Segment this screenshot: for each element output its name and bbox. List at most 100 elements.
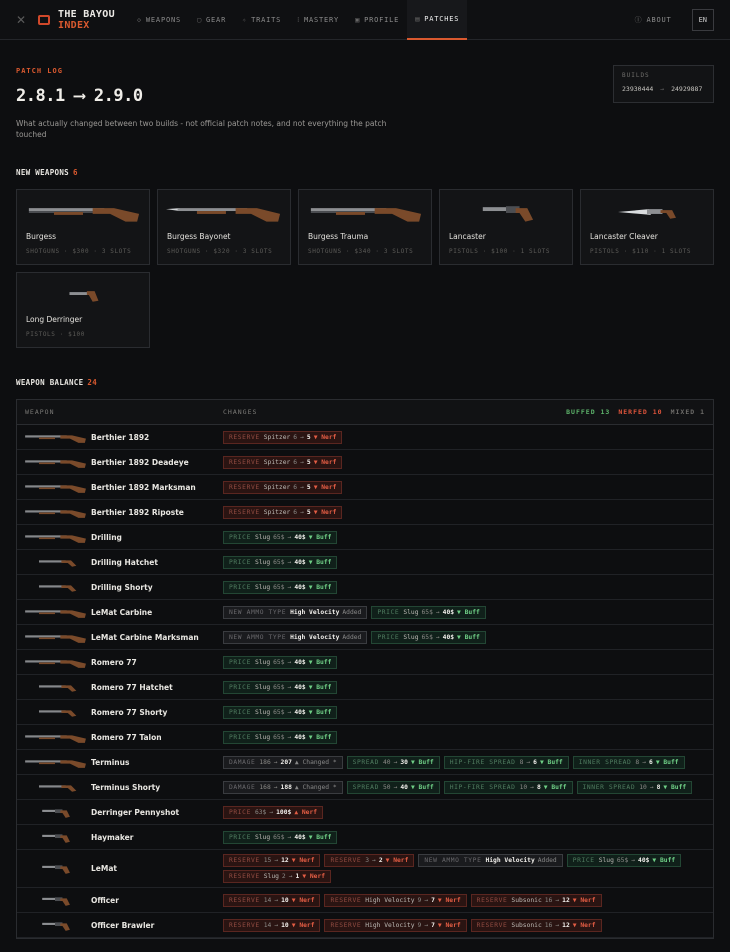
table-row[interactable]: Terminus DAMAGE 186 → 207 ▲ Changed * SPR… [17, 750, 713, 775]
change-tag-nerf: PRICE 63$ → 100$ ▲ Nerf [223, 805, 324, 819]
change-tag-nerf: RESERVE High Velocity 9 → 7 ▼ Nerf [324, 893, 467, 907]
change-tag-mix: DAMAGE 186 → 207 ▲ Changed * [223, 755, 343, 769]
table-row[interactable]: Berthier 1892 Riposte RESERVE Spitzer 6 →… [17, 500, 713, 525]
weapon-card-meta: SHOTGUNS · $340 · 3 SLOTS [308, 248, 414, 255]
weapon-card-burgess-bayonet[interactable]: Burgess Bayonet SHOTGUNS · $320 · 3 SLOT… [157, 189, 291, 265]
nav-profile[interactable]: ▣ PROFILE [347, 0, 407, 40]
arrow-icon: → [287, 833, 292, 841]
weapon-cell: Officer Brawler [17, 918, 223, 932]
weapon-name: Romero 77 [91, 657, 137, 667]
sparkle-icon: ✧ [242, 15, 248, 24]
nav-about[interactable]: ⓘ ABOUT [627, 15, 680, 25]
weapon-name: Terminus Shorty [91, 782, 161, 792]
nav-weapons[interactable]: ◇ WEAPONS [129, 0, 189, 40]
nav-gear[interactable]: ▢ GEAR [189, 0, 234, 40]
weapon-image [589, 196, 705, 228]
change-tag-buff: INNER SPREAD 10 → 8 ▼ Buff [576, 780, 693, 794]
profile-icon: ▣ [355, 15, 361, 24]
table-row[interactable]: Berthier 1892 Marksman RESERVE Spitzer 6… [17, 475, 713, 500]
arrow-icon: → [274, 896, 279, 904]
weapon-card-lancaster[interactable]: Lancaster PISTOLS · $100 · 1 SLOTS [439, 189, 573, 265]
language-switcher[interactable]: EN [691, 8, 714, 31]
changes-cell: PRICE Slug 65$ → 40$ ▼ Buff [223, 652, 713, 673]
table-row[interactable]: Terminus Shorty DAMAGE 168 → 188 ▲ Change… [17, 775, 713, 800]
top-navigation-bar: ✕ THE BAYOU INDEX ◇ WEAPONS ▢ GEAR ✧ TRAITS ⁞ M… [0, 0, 730, 40]
main-nav: ◇ WEAPONS ▢ GEAR ✧ TRAITS ⁞ MASTERY ▣ PROFILE ▤ PAT… [129, 0, 468, 40]
weapon-card-name: Lancaster [449, 232, 486, 241]
arrow-icon: → [274, 921, 279, 929]
weapon-cell: Terminus [17, 755, 223, 769]
table-row[interactable]: LeMat Carbine NEW AMMO TYPE High Velocit… [17, 600, 713, 625]
weapon-card-burgess[interactable]: Burgess SHOTGUNS · $300 · 3 SLOTS [16, 189, 150, 265]
arrow-icon: → [649, 783, 654, 791]
table-row[interactable]: Romero 77 Talon PRICE Slug 65$ → 40$ ▼ Bu… [17, 725, 713, 750]
changes-cell: RESERVE Spitzer 6 → 5 ▼ Nerf [223, 477, 713, 498]
weapon-cell: Romero 77 Shorty [17, 705, 223, 719]
table-row[interactable]: LeMat Carbine Marksman NEW AMMO TYPE Hig… [17, 625, 713, 650]
weapon-cell: Drilling Hatchet [17, 555, 223, 569]
changes-cell: PRICE Slug 65$ → 40$ ▼ Buff [223, 527, 713, 548]
document-icon: ▤ [415, 14, 421, 23]
weapon-card-name: Long Derringer [26, 315, 83, 324]
change-tag-buff: PRICE Slug 65$ → 40$ ▼ Buff [223, 580, 338, 594]
table-row[interactable]: Derringer Pennyshot PRICE 63$ → 100$ ▲ Ne… [17, 800, 713, 825]
weapon-cell: Derringer Pennyshot [17, 805, 223, 819]
change-tag-buff: SPREAD 50 → 40 ▼ Buff [346, 780, 440, 794]
weapon-name: Terminus [91, 757, 130, 767]
change-tag-nerf: RESERVE Spitzer 6 → 5 ▼ Nerf [223, 430, 343, 444]
new-weapons-grid: Burgess SHOTGUNS · $300 · 3 SLOTS Burges… [16, 189, 714, 348]
weapon-card-lancaster-cleaver[interactable]: Lancaster Cleaver PISTOLS · $110 · 1 SLO… [580, 189, 714, 265]
bars-icon: ⁞ [297, 15, 300, 24]
legend-mixed[interactable]: MIXED 1 [671, 408, 705, 416]
weapon-card-long-derringer[interactable]: Long Derringer PISTOLS · $100 [16, 272, 150, 348]
table-row[interactable]: Drilling PRICE Slug 65$ → 40$ ▼ Buff [17, 525, 713, 550]
weapon-name: LeMat Carbine [91, 607, 153, 617]
table-row[interactable]: Officer Brawler RESERVE 14 → 10 ▼ Nerf RE… [17, 913, 713, 938]
weapon-thumbnail [23, 530, 87, 544]
weapon-cell: Drilling Shorty [17, 580, 223, 594]
weapon-name: Officer Brawler [91, 920, 155, 930]
weapon-name: Derringer Pennyshot [91, 807, 180, 817]
change-tag-nerf: RESERVE Slug 2 → 1 ▼ Nerf [223, 870, 332, 883]
weapon-thumbnail [23, 580, 87, 594]
table-row[interactable]: Berthier 1892 RESERVE Spitzer 6 → 5 ▼ Ner… [17, 425, 713, 450]
patch-log-eyebrow: PATCH LOG [16, 67, 63, 75]
arrow-icon: → [287, 658, 292, 666]
change-tag-mix: DAMAGE 168 → 188 ▲ Changed * [223, 780, 343, 794]
weapon-thumbnail [23, 555, 87, 569]
weapon-thumbnail [23, 430, 87, 444]
arrow-icon: → [273, 783, 278, 791]
weapon-thumbnail [23, 805, 87, 819]
close-menu-icon[interactable]: ✕ [16, 13, 30, 27]
arrow-icon: → [435, 633, 440, 641]
table-row[interactable]: Romero 77 Hatchet PRICE Slug 65$ → 40$ ▼ … [17, 675, 713, 700]
table-row[interactable]: Haymaker PRICE Slug 65$ → 40$ ▼ Buff [17, 825, 713, 850]
table-row[interactable]: Romero 77 Shorty PRICE Slug 65$ → 40$ ▼ B… [17, 700, 713, 725]
nav-traits[interactable]: ✧ TRAITS [234, 0, 289, 40]
nav-mastery[interactable]: ⁞ MASTERY [289, 0, 347, 40]
arrow-icon: → [530, 783, 534, 791]
builds-label: BUILDS [622, 72, 650, 79]
table-row[interactable]: Drilling Hatchet PRICE Slug 65$ → 40$ ▼ B… [17, 550, 713, 575]
table-row[interactable]: Officer RESERVE 14 → 10 ▼ Nerf RESERVE Hi… [17, 888, 713, 913]
change-tag-buff: PRICE Slug 65$ → 40$ ▼ Buff [223, 680, 338, 694]
weapon-thumbnail [23, 455, 87, 469]
col-weapon[interactable]: WEAPON [17, 408, 223, 416]
weapon-thumbnail [23, 505, 87, 519]
weapon-card-burgess-trauma[interactable]: Burgess Trauma SHOTGUNS · $340 · 3 SLOTS [298, 189, 432, 265]
table-row[interactable]: Berthier 1892 Deadeye RESERVE Spitzer 6 →… [17, 450, 713, 475]
legend-buffed[interactable]: BUFFED 13 [566, 408, 610, 416]
weapon-thumbnail [23, 705, 87, 719]
change-tag-nerf: RESERVE Subsonic 16 → 12 ▼ Nerf [470, 918, 602, 932]
arrow-icon: → [300, 458, 304, 466]
legend-nerfed[interactable]: NERFED 10 [618, 408, 662, 416]
weapon-name: LeMat Carbine Marksman [91, 632, 199, 642]
table-row[interactable]: Romero 77 PRICE Slug 65$ → 40$ ▼ Buff [17, 650, 713, 675]
lock-icon: ▢ [197, 15, 203, 24]
table-row[interactable]: LeMat RESERVE 15 → 12 ▼ Nerf RESERVE 3 → 2… [17, 850, 713, 888]
nav-patches[interactable]: ▤ PATCHES [407, 0, 468, 40]
weapon-cell: Drilling [17, 530, 223, 544]
brand[interactable]: ✕ THE BAYOU INDEX [16, 9, 115, 31]
table-row[interactable]: Drilling Shorty PRICE Slug 65$ → 40$ ▼ Bu… [17, 575, 713, 600]
weapon-cell: Romero 77 Hatchet [17, 680, 223, 694]
